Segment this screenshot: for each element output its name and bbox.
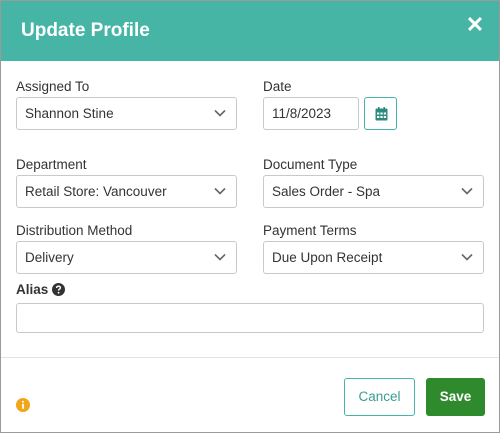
- document-type-label: Document Type: [263, 157, 358, 172]
- payment-terms-value: Due Upon Receipt: [272, 250, 383, 265]
- chevron-down-icon: [461, 187, 473, 195]
- document-type-value: Sales Order - Spa: [272, 184, 381, 199]
- date-input[interactable]: 11/8/2023: [263, 97, 359, 130]
- date-label: Date: [263, 79, 292, 94]
- document-type-select[interactable]: Sales Order - Spa: [263, 175, 484, 208]
- cancel-button[interactable]: Cancel: [344, 378, 415, 416]
- alias-label: Alias: [16, 282, 49, 297]
- assigned-to-value: Shannon Stine: [25, 106, 114, 121]
- distribution-method-label: Distribution Method: [16, 223, 133, 238]
- chevron-down-icon: [214, 109, 226, 117]
- department-select[interactable]: Retail Store: Vancouver: [16, 175, 237, 208]
- date-value: 11/8/2023: [272, 106, 332, 121]
- payment-terms-select[interactable]: Due Upon Receipt: [263, 241, 484, 274]
- distribution-method-value: Delivery: [25, 250, 74, 265]
- distribution-method-select[interactable]: Delivery: [16, 241, 237, 274]
- assigned-to-label: Assigned To: [16, 79, 90, 94]
- help-icon[interactable]: [52, 283, 65, 296]
- calendar-icon: [375, 107, 388, 121]
- alias-input[interactable]: [16, 303, 484, 333]
- close-icon[interactable]: ✕: [465, 14, 485, 36]
- department-value: Retail Store: Vancouver: [25, 184, 167, 199]
- chevron-down-icon: [214, 187, 226, 195]
- chevron-down-icon: [214, 253, 226, 261]
- calendar-button[interactable]: [364, 97, 397, 130]
- payment-terms-label: Payment Terms: [263, 223, 357, 238]
- save-button[interactable]: Save: [426, 378, 485, 416]
- assigned-to-select[interactable]: Shannon Stine: [16, 97, 237, 130]
- dialog-header: Update Profile ✕: [1, 1, 499, 61]
- info-icon[interactable]: [16, 398, 30, 412]
- footer-divider: [1, 357, 499, 358]
- department-label: Department: [16, 157, 87, 172]
- update-profile-dialog: Update Profile ✕ Assigned To Shannon Sti…: [0, 0, 500, 433]
- chevron-down-icon: [461, 253, 473, 261]
- dialog-title: Update Profile: [21, 20, 150, 41]
